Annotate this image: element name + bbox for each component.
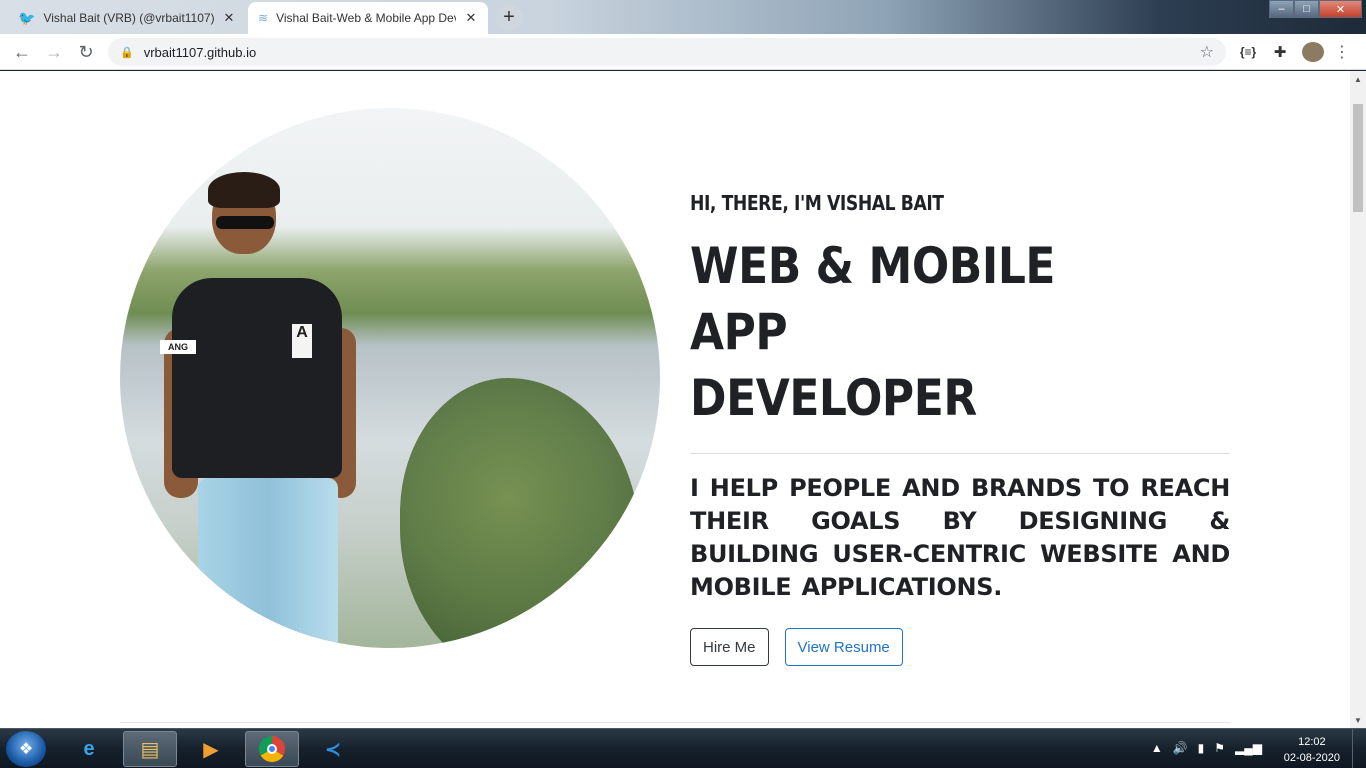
show-desktop-button[interactable] [1352,729,1366,768]
bookmark-star-icon[interactable]: ☆ [1200,42,1214,62]
address-bar[interactable]: 🔒 vrbait1107.github.io ☆ [108,38,1226,66]
profile-photo: ANG A [120,108,660,648]
puzzle-icon[interactable]: ✚ [1270,42,1290,62]
close-icon[interactable]: ✕ [464,10,478,26]
battery-icon[interactable]: ▮ [1198,741,1205,755]
shirt-badge: A [292,324,312,358]
maximize-button[interactable]: □ [1294,0,1319,18]
close-icon[interactable]: ✕ [222,10,236,26]
browser-toolbar: ← → ↻ 🔒 vrbait1107.github.io ☆ {≡} ✚ ⋮ [0,34,1366,70]
taskbar-clock[interactable]: 12:02 02-08-2020 [1284,734,1340,766]
headline-line-2: DEVELOPER [690,369,977,427]
browser-titlebar: 🐦 Vishal Bait (VRB) (@vrbait1107) / Twit… [0,0,1366,34]
clock-date: 02-08-2020 [1283,752,1340,764]
twitter-icon: 🐦 [18,9,36,26]
tab-portfolio[interactable]: ≋ Vishal Bait-Web & Mobile App Developer… [248,2,488,34]
chrome-icon[interactable] [245,731,299,767]
start-button[interactable]: ❖ [6,731,46,767]
tagline: I HELP PEOPLE AND BRANDS TO REACH THEIR … [690,474,1230,601]
lock-icon: 🔒 [120,46,134,59]
scroll-down-arrow-icon[interactable]: ▼ [1354,716,1362,725]
back-arrow-icon[interactable]: ← [10,40,34,64]
tree-bush [400,378,640,648]
tab-title: Vishal Bait-Web & Mobile App Developer [276,11,456,25]
forward-arrow-icon[interactable]: → [42,40,66,64]
scroll-up-arrow-icon[interactable]: ▲ [1354,75,1362,84]
minimize-button[interactable]: – [1269,0,1294,18]
person-figure: ANG A [160,172,360,648]
taskbar: ❖ e ▤ ▶ ≺ ▲ 🔊 ▮ ⚑ ▂▄▆ 12:02 02-08-2020 [0,728,1366,768]
new-tab-button[interactable]: + [495,4,523,30]
greeting: HI, THERE, I'M VISHAL BAIT [690,191,944,215]
json-viewer-icon[interactable]: {≡} [1238,42,1258,62]
site-favicon: ≋ [258,11,269,25]
page-viewport: ANG A HI, THERE, I'M VISHAL BAIT WEB & M… [0,71,1350,728]
cta-buttons: Hire Me View Resume [690,628,1230,666]
tab-title: Vishal Bait (VRB) (@vrbait1107) / Twitte… [43,11,214,25]
chrome-logo-icon [259,736,285,762]
close-window-button[interactable]: ✕ [1319,0,1362,18]
divider [690,453,1230,454]
url-text: vrbait1107.github.io [143,44,257,60]
internet-explorer-icon[interactable]: e [62,731,116,767]
tab-twitter[interactable]: 🐦 Vishal Bait (VRB) (@vrbait1107) / Twit… [8,2,246,34]
volume-icon[interactable]: 🔊 [1173,741,1188,755]
file-explorer-icon[interactable]: ▤ [123,731,177,767]
network-signal-icon[interactable]: ▂▄▆ [1235,741,1262,755]
clock-time: 12:02 [1298,736,1326,748]
action-center-flag-icon[interactable]: ⚑ [1214,741,1225,755]
sleeve-tag: ANG [160,340,196,354]
sunglasses [216,216,274,229]
profile-avatar[interactable] [1302,42,1324,62]
window-controls: – □ ✕ [1269,0,1362,18]
system-tray: ▲ 🔊 ▮ ⚑ ▂▄▆ [1151,741,1262,755]
headline-line-1: WEB & MOBILE APP [690,237,1056,361]
person-hair [208,172,280,208]
reload-icon[interactable]: ↻ [74,40,98,64]
scrollbar-thumb[interactable] [1353,104,1363,212]
hero-text: HI, THERE, I'M VISHAL BAIT WEB & MOBILE … [690,191,1230,666]
page-scrollbar[interactable]: ▲ ▼ [1350,71,1366,728]
menu-kebab-icon[interactable]: ⋮ [1334,42,1350,62]
vscode-icon[interactable]: ≺ [306,731,360,767]
tray-arrow-icon[interactable]: ▲ [1151,741,1163,755]
view-resume-button[interactable]: View Resume [784,628,903,666]
media-player-icon[interactable]: ▶ [184,731,238,767]
person-shirt [172,278,342,478]
hire-me-button[interactable]: Hire Me [690,628,769,666]
section-divider [120,722,1230,723]
headline: WEB & MOBILE APP DEVELOPER [690,233,1165,431]
person-pants [198,478,338,648]
